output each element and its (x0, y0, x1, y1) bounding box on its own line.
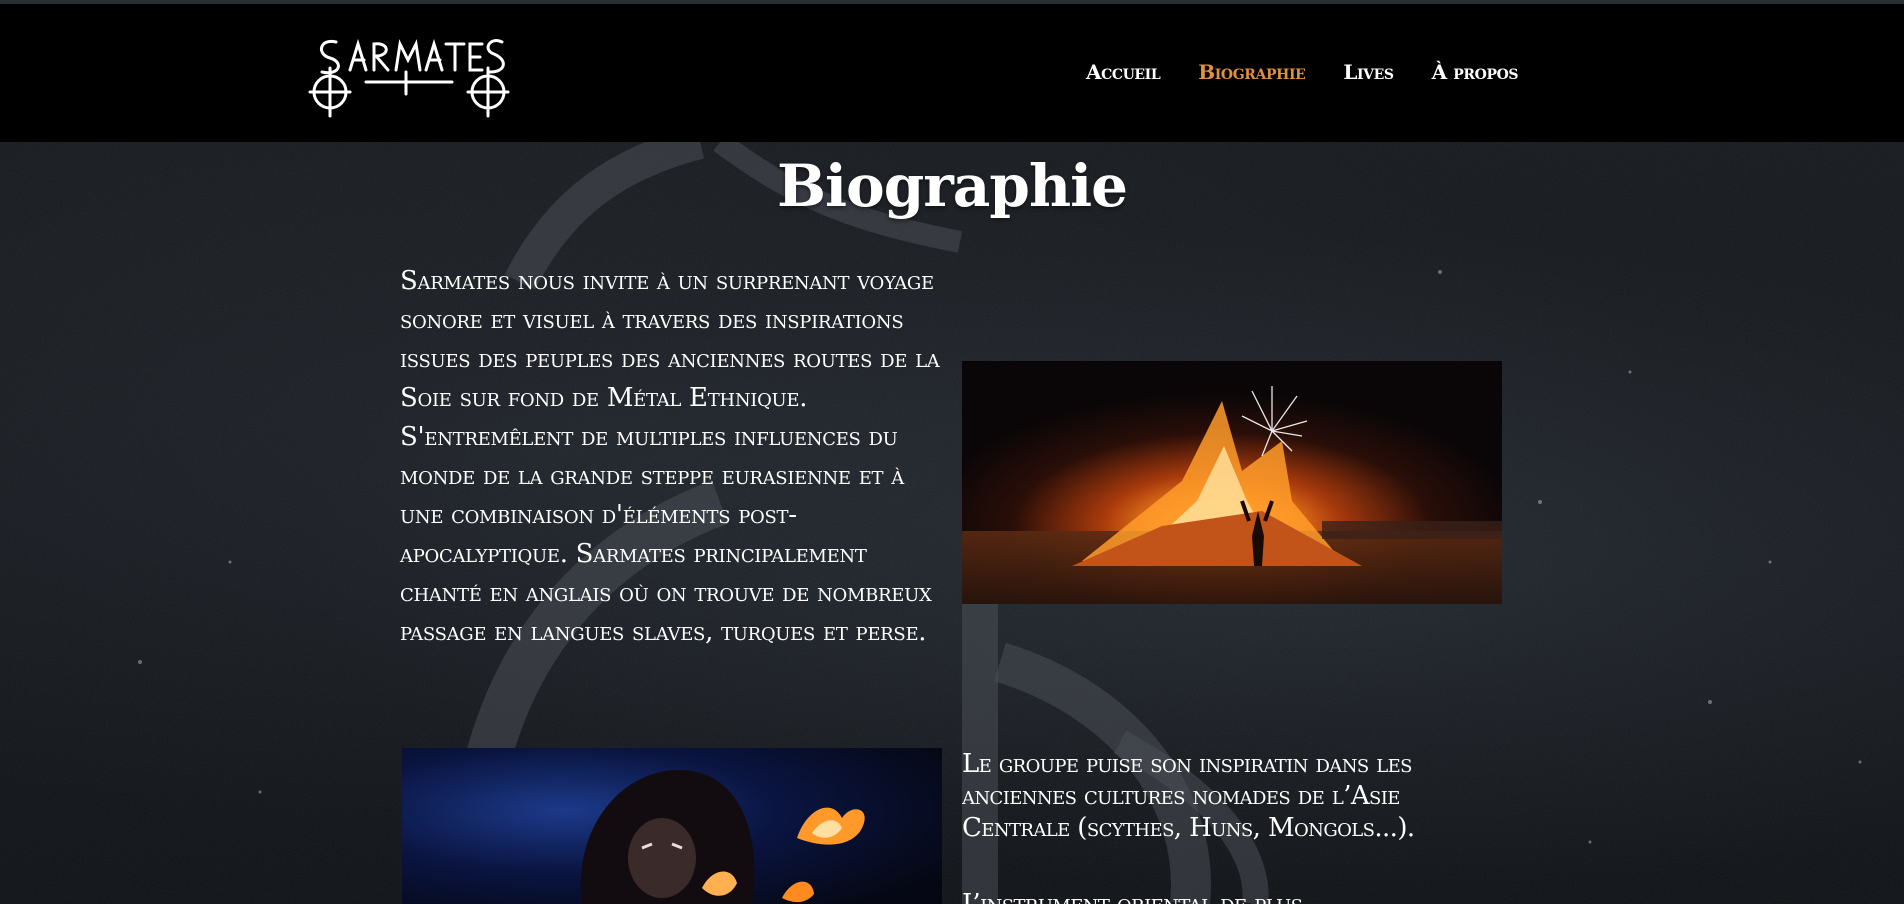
sarmates-logo[interactable] (306, 32, 512, 120)
bio-paragraph: Sarmates nous invite à un surprenant voy… (400, 266, 940, 647)
bonfire-image (962, 361, 1502, 604)
bonfire-photo (962, 361, 1502, 604)
nav-link-a-propos[interactable]: À propos (1432, 60, 1519, 84)
nav-link-accueil[interactable]: Accueil (1086, 60, 1161, 84)
paragraph-nomadic-cultures: Le groupe puise son inspiratin dans les … (962, 749, 1415, 843)
nav-link-lives[interactable]: Lives (1343, 60, 1394, 84)
background-emblem (0, 142, 1904, 904)
page-title: Biographie (776, 152, 1128, 220)
paragraph-oriental-instrument: L’instrument oriental de plus (962, 889, 1303, 904)
performer-photo (402, 748, 942, 904)
nav-link-biographie[interactable]: Biographie (1198, 60, 1305, 84)
site-header: Accueil Biographie Lives À propos (0, 4, 1904, 142)
performer-image (402, 748, 942, 904)
page-background (0, 142, 1904, 904)
main-navigation: Accueil Biographie Lives À propos (1086, 60, 1556, 84)
